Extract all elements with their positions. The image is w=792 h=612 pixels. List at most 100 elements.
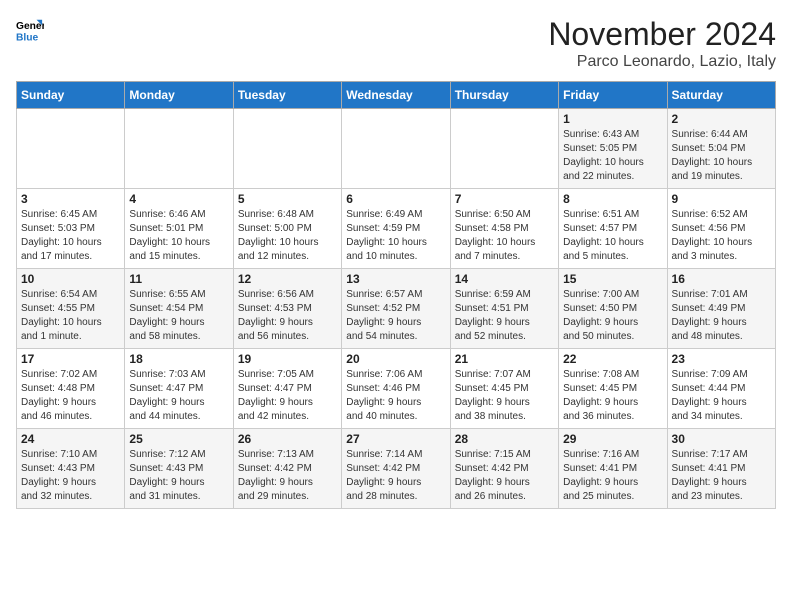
- day-info: Sunrise: 7:05 AM Sunset: 4:47 PM Dayligh…: [238, 368, 337, 424]
- day-number: 2: [672, 112, 771, 126]
- location-title: Parco Leonardo, Lazio, Italy: [548, 53, 776, 71]
- day-number: 20: [346, 352, 445, 366]
- calendar-cell: 1Sunrise: 6:43 AM Sunset: 5:05 PM Daylig…: [559, 109, 667, 189]
- day-header-wednesday: Wednesday: [342, 82, 450, 109]
- calendar-cell: 10 Sunrise: 6:54 AM Sunset: 4:55 PM Dayli…: [17, 269, 125, 349]
- day-info: Sunrise: 7:03 AM Sunset: 4:47 PM Dayligh…: [129, 368, 228, 424]
- day-info: Sunrise: 6:49 AM Sunset: 4:59 PM Dayligh…: [346, 208, 445, 264]
- day-number: 14: [455, 272, 554, 286]
- day-number: 23: [672, 352, 771, 366]
- calendar-cell: 9 Sunrise: 6:52 AM Sunset: 4:56 PM Daylig…: [667, 189, 775, 269]
- calendar-cell: 14 Sunrise: 6:59 AM Sunset: 4:51 PM Dayli…: [450, 269, 558, 349]
- day-number: 4: [129, 192, 228, 206]
- day-number: 3: [21, 192, 120, 206]
- day-info: Sunrise: 6:54 AM Sunset: 4:55 PM Dayligh…: [21, 288, 120, 344]
- calendar-cell: 8 Sunrise: 6:51 AM Sunset: 4:57 PM Daylig…: [559, 189, 667, 269]
- day-info: Sunrise: 7:17 AM Sunset: 4:41 PM Dayligh…: [672, 448, 771, 504]
- day-info: Sunrise: 6:52 AM Sunset: 4:56 PM Dayligh…: [672, 208, 771, 264]
- svg-text:Blue: Blue: [16, 32, 39, 43]
- day-number: 22: [563, 352, 662, 366]
- day-info: Sunrise: 7:09 AM Sunset: 4:44 PM Dayligh…: [672, 368, 771, 424]
- day-header-friday: Friday: [559, 82, 667, 109]
- day-info: Sunrise: 7:01 AM Sunset: 4:49 PM Dayligh…: [672, 288, 771, 344]
- month-title: November 2024: [548, 16, 776, 53]
- day-number: 16: [672, 272, 771, 286]
- day-info: Sunrise: 7:10 AM Sunset: 4:43 PM Dayligh…: [21, 448, 120, 504]
- day-info: Sunrise: 7:08 AM Sunset: 4:45 PM Dayligh…: [563, 368, 662, 424]
- calendar-table: SundayMondayTuesdayWednesdayThursdayFrid…: [16, 81, 776, 509]
- day-number: 1: [563, 112, 662, 126]
- day-info: Sunrise: 6:44 AM Sunset: 5:04 PM Dayligh…: [672, 128, 771, 184]
- day-info: Sunrise: 6:45 AM Sunset: 5:03 PM Dayligh…: [21, 208, 120, 264]
- calendar-cell: 13 Sunrise: 6:57 AM Sunset: 4:52 PM Dayli…: [342, 269, 450, 349]
- calendar-cell: 3 Sunrise: 6:45 AM Sunset: 5:03 PM Daylig…: [17, 189, 125, 269]
- day-header-tuesday: Tuesday: [233, 82, 341, 109]
- calendar-cell: 27 Sunrise: 7:14 AM Sunset: 4:42 PM Dayli…: [342, 429, 450, 509]
- day-header-sunday: Sunday: [17, 82, 125, 109]
- calendar-cell: 28Sunrise: 7:15 AM Sunset: 4:42 PM Dayli…: [450, 429, 558, 509]
- calendar-cell: 11 Sunrise: 6:55 AM Sunset: 4:54 PM Dayli…: [125, 269, 233, 349]
- day-info: Sunrise: 7:00 AM Sunset: 4:50 PM Dayligh…: [563, 288, 662, 344]
- day-number: 15: [563, 272, 662, 286]
- calendar-cell: 7 Sunrise: 6:50 AM Sunset: 4:58 PM Daylig…: [450, 189, 558, 269]
- calendar-cell: 16 Sunrise: 7:01 AM Sunset: 4:49 PM Dayli…: [667, 269, 775, 349]
- calendar-week-row: 24 Sunrise: 7:10 AM Sunset: 4:43 PM Dayli…: [17, 429, 776, 509]
- calendar-week-row: 3 Sunrise: 6:45 AM Sunset: 5:03 PM Daylig…: [17, 189, 776, 269]
- day-info: Sunrise: 6:51 AM Sunset: 4:57 PM Dayligh…: [563, 208, 662, 264]
- calendar-cell: 20Sunrise: 7:06 AM Sunset: 4:46 PM Dayli…: [342, 349, 450, 429]
- calendar-cell: 29Sunrise: 7:16 AM Sunset: 4:41 PM Dayli…: [559, 429, 667, 509]
- day-header-monday: Monday: [125, 82, 233, 109]
- calendar-cell: 21 Sunrise: 7:07 AM Sunset: 4:45 PM Dayli…: [450, 349, 558, 429]
- day-number: 13: [346, 272, 445, 286]
- calendar-cell: 2 Sunrise: 6:44 AM Sunset: 5:04 PM Daylig…: [667, 109, 775, 189]
- calendar-cell: 23 Sunrise: 7:09 AM Sunset: 4:44 PM Dayli…: [667, 349, 775, 429]
- calendar-cell: [17, 109, 125, 189]
- logo-icon: General Blue: [16, 16, 44, 44]
- day-info: Sunrise: 7:13 AM Sunset: 4:42 PM Dayligh…: [238, 448, 337, 504]
- calendar-cell: 24 Sunrise: 7:10 AM Sunset: 4:43 PM Dayli…: [17, 429, 125, 509]
- day-info: Sunrise: 6:59 AM Sunset: 4:51 PM Dayligh…: [455, 288, 554, 344]
- calendar-week-row: 10 Sunrise: 6:54 AM Sunset: 4:55 PM Dayli…: [17, 269, 776, 349]
- calendar-cell: 12Sunrise: 6:56 AM Sunset: 4:53 PM Dayli…: [233, 269, 341, 349]
- day-info: Sunrise: 7:07 AM Sunset: 4:45 PM Dayligh…: [455, 368, 554, 424]
- day-number: 10: [21, 272, 120, 286]
- day-number: 7: [455, 192, 554, 206]
- day-info: Sunrise: 6:55 AM Sunset: 4:54 PM Dayligh…: [129, 288, 228, 344]
- title-area: November 2024 Parco Leonardo, Lazio, Ita…: [548, 16, 776, 71]
- day-number: 17: [21, 352, 120, 366]
- logo: General Blue: [16, 16, 44, 44]
- calendar-cell: [450, 109, 558, 189]
- day-number: 6: [346, 192, 445, 206]
- day-number: 21: [455, 352, 554, 366]
- day-number: 28: [455, 432, 554, 446]
- calendar-cell: 22 Sunrise: 7:08 AM Sunset: 4:45 PM Dayli…: [559, 349, 667, 429]
- calendar-cell: [233, 109, 341, 189]
- day-info: Sunrise: 7:14 AM Sunset: 4:42 PM Dayligh…: [346, 448, 445, 504]
- calendar-cell: 17 Sunrise: 7:02 AM Sunset: 4:48 PM Dayli…: [17, 349, 125, 429]
- day-info: Sunrise: 6:46 AM Sunset: 5:01 PM Dayligh…: [129, 208, 228, 264]
- day-info: Sunrise: 6:50 AM Sunset: 4:58 PM Dayligh…: [455, 208, 554, 264]
- day-number: 9: [672, 192, 771, 206]
- day-number: 5: [238, 192, 337, 206]
- day-number: 25: [129, 432, 228, 446]
- calendar-cell: 19 Sunrise: 7:05 AM Sunset: 4:47 PM Dayli…: [233, 349, 341, 429]
- day-number: 30: [672, 432, 771, 446]
- calendar-cell: 6 Sunrise: 6:49 AM Sunset: 4:59 PM Daylig…: [342, 189, 450, 269]
- calendar-cell: 15 Sunrise: 7:00 AM Sunset: 4:50 PM Dayli…: [559, 269, 667, 349]
- day-number: 12: [238, 272, 337, 286]
- day-number: 24: [21, 432, 120, 446]
- calendar-body: 1Sunrise: 6:43 AM Sunset: 5:05 PM Daylig…: [17, 109, 776, 509]
- day-info: Sunrise: 6:57 AM Sunset: 4:52 PM Dayligh…: [346, 288, 445, 344]
- day-info: Sunrise: 6:48 AM Sunset: 5:00 PM Dayligh…: [238, 208, 337, 264]
- day-info: Sunrise: 7:02 AM Sunset: 4:48 PM Dayligh…: [21, 368, 120, 424]
- calendar-cell: [342, 109, 450, 189]
- day-number: 26: [238, 432, 337, 446]
- day-number: 11: [129, 272, 228, 286]
- day-number: 19: [238, 352, 337, 366]
- calendar-week-row: 17 Sunrise: 7:02 AM Sunset: 4:48 PM Dayli…: [17, 349, 776, 429]
- day-info: Sunrise: 7:12 AM Sunset: 4:43 PM Dayligh…: [129, 448, 228, 504]
- day-number: 27: [346, 432, 445, 446]
- calendar-cell: 5 Sunrise: 6:48 AM Sunset: 5:00 PM Daylig…: [233, 189, 341, 269]
- header: General Blue November 2024 Parco Leonard…: [16, 16, 776, 71]
- day-number: 8: [563, 192, 662, 206]
